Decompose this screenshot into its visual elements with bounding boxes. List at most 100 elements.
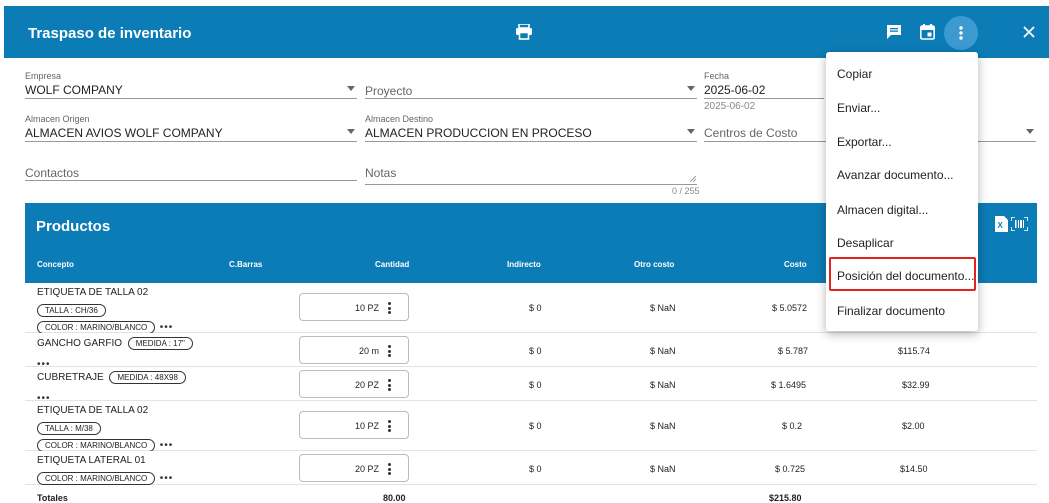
chevron-down-icon[interactable] <box>687 129 695 134</box>
row-total-value: $14.50 <box>900 464 928 474</box>
menu-item-desaplicar[interactable]: Desaplicar <box>837 236 894 250</box>
indirecto-value: $ 0 <box>529 303 542 313</box>
chevron-down-icon[interactable] <box>347 129 355 134</box>
almacen-origen-value: ALMACEN AVIOS WOLF COMPANY <box>25 126 223 140</box>
quantity-input[interactable]: 10 PZ <box>299 293 409 321</box>
menu-item-exportar[interactable]: Exportar... <box>837 135 892 149</box>
totals-costo: $215.80 <box>769 493 802 503</box>
fecha-value: 2025-06-02 <box>704 83 766 97</box>
menu-item-avanzar-documento[interactable]: Avanzar documento... <box>837 168 954 182</box>
notas-placeholder: Notas <box>365 166 397 180</box>
row-concept: GANCHO GARFIO MEDIDA : 17" <box>37 337 193 350</box>
left-edge <box>0 0 4 500</box>
quantity-value: 10 PZ <box>354 303 379 313</box>
attribute-chip: MEDIDA : 17" <box>127 337 193 350</box>
table-row[interactable]: ETIQUETA DE TALLA 02 TALLA : M/38 COLOR … <box>25 401 1037 452</box>
chevron-down-icon[interactable] <box>347 86 355 91</box>
col-costo[interactable]: Costo <box>784 260 807 269</box>
contactos-field[interactable]: Contactos <box>25 154 357 181</box>
row-concept: ETIQUETA DE TALLA 02 <box>37 405 149 416</box>
proyecto-field[interactable]: Proyecto <box>365 71 697 99</box>
otro-costo-value: $ NaN <box>650 346 676 356</box>
comment-icon[interactable] <box>882 20 906 44</box>
fecha-label: Fecha <box>704 71 730 81</box>
quantity-value: 20 PZ <box>354 380 379 390</box>
almacen-destino-label: Almacen Destino <box>365 114 434 124</box>
field-underline <box>365 98 697 99</box>
otro-costo-value: $ NaN <box>650 421 676 431</box>
more-horiz-icon[interactable]: ••• <box>160 474 174 484</box>
col-indirecto[interactable]: Indirecto <box>507 260 541 269</box>
field-underline <box>25 98 357 99</box>
attribute-chip: COLOR : MARINO/BLANCO <box>37 472 156 485</box>
menu-item-finalizar-documento[interactable]: Finalizar documento <box>837 304 945 318</box>
table-row[interactable]: ETIQUETA LATERAL 01 COLOR : MARINO/BLANC… <box>25 451 1037 485</box>
more-vert-icon[interactable] <box>388 379 391 393</box>
indirecto-value: $ 0 <box>529 380 542 390</box>
row-concept: ETIQUETA LATERAL 01 <box>37 455 146 466</box>
indirecto-value: $ 0 <box>529 346 542 356</box>
row-total-value: $2.00 <box>902 421 925 431</box>
excel-icon[interactable]: X <box>995 216 1008 237</box>
row-concept: CUBRETRAJE MEDIDA : 48X98 <box>37 371 186 384</box>
costo-value: $ 0.725 <box>775 464 806 474</box>
top-bar: Traspaso de inventario <box>4 6 1049 58</box>
otro-costo-value: $ NaN <box>650 380 676 390</box>
col-otro-costo[interactable]: Otro costo <box>634 260 674 269</box>
empresa-field[interactable]: Empresa WOLF COMPANY <box>25 71 357 99</box>
almacen-destino-field[interactable]: Almacen Destino ALMACEN PRODUCCION EN PR… <box>365 114 697 142</box>
costo-value: $ 0.2 <box>782 421 803 431</box>
notas-field[interactable]: Notas <box>365 154 697 185</box>
totals-qty: 80.00 <box>383 493 406 503</box>
more-vert-icon[interactable] <box>388 302 391 316</box>
app-window: Traspaso de inventario Empresa WOLF COMP… <box>0 0 1049 503</box>
page-title: Traspaso de inventario <box>28 25 192 42</box>
chevron-down-icon[interactable] <box>687 86 695 91</box>
col-barras[interactable]: C.Barras <box>229 260 262 269</box>
quantity-value: 20 PZ <box>354 464 379 474</box>
totals-row: Totales 80.00 $215.80 <box>25 490 1037 503</box>
row-concept: ETIQUETA DE TALLA 02 <box>37 287 149 298</box>
close-icon[interactable] <box>1017 20 1041 44</box>
contactos-placeholder: Contactos <box>25 166 80 180</box>
col-cantidad[interactable]: Cantidad <box>375 260 409 269</box>
quantity-value: 10 PZ <box>354 421 379 431</box>
fecha-field[interactable]: Fecha 2025-06-02 <box>704 71 824 99</box>
attribute-chip: TALLA : CH/36 <box>37 304 106 317</box>
menu-item-copiar[interactable]: Copiar <box>837 67 872 81</box>
quantity-input[interactable]: 20 PZ <box>299 454 409 482</box>
quantity-input[interactable]: 20 m <box>299 336 409 364</box>
more-vert-icon[interactable] <box>944 16 978 50</box>
quantity-value: 20 m <box>358 346 379 356</box>
more-horiz-icon[interactable]: ••• <box>160 323 174 333</box>
resize-handle-icon[interactable] <box>690 176 696 182</box>
costo-value: $ 5.787 <box>778 346 809 356</box>
centros-costo-placeholder: Centros de Costo <box>704 126 798 140</box>
calendar-icon[interactable] <box>915 20 939 44</box>
more-vert-icon[interactable] <box>388 420 391 434</box>
more-options-menu: Copiar Enviar... Exportar... Avanzar doc… <box>826 52 978 331</box>
quantity-input[interactable]: 20 PZ <box>299 370 409 398</box>
menu-item-enviar[interactable]: Enviar... <box>837 101 880 115</box>
printer-icon[interactable] <box>512 20 536 44</box>
field-underline <box>365 184 697 185</box>
field-underline <box>704 98 824 99</box>
barcode-scan-icon[interactable] <box>1010 216 1029 236</box>
menu-item-posicion-documento[interactable]: Posición del documento... <box>837 269 974 283</box>
quantity-input[interactable]: 10 PZ <box>299 411 409 439</box>
more-vert-icon[interactable] <box>388 463 391 477</box>
table-row[interactable]: CUBRETRAJE MEDIDA : 48X98 ••• 20 PZ $ 0 … <box>25 367 1037 404</box>
almacen-origen-field[interactable]: Almacen Origen ALMACEN AVIOS WOLF COMPAN… <box>25 114 357 142</box>
col-concepto[interactable]: Concepto <box>37 260 74 269</box>
attribute-chip: MEDIDA : 48X98 <box>109 371 186 384</box>
table-row[interactable]: GANCHO GARFIO MEDIDA : 17" ••• 20 m $ 0 … <box>25 333 1037 370</box>
more-horiz-icon[interactable]: ••• <box>160 441 174 451</box>
indirecto-value: $ 0 <box>529 421 542 431</box>
totals-label: Totales <box>37 493 68 503</box>
proyecto-placeholder: Proyecto <box>365 84 413 98</box>
row-total-value: $115.74 <box>898 346 930 356</box>
attribute-chip: TALLA : M/38 <box>37 422 101 435</box>
chevron-down-icon[interactable] <box>1026 129 1034 134</box>
more-vert-icon[interactable] <box>388 345 391 359</box>
menu-item-almacen-digital[interactable]: Almacen digital... <box>837 203 928 217</box>
